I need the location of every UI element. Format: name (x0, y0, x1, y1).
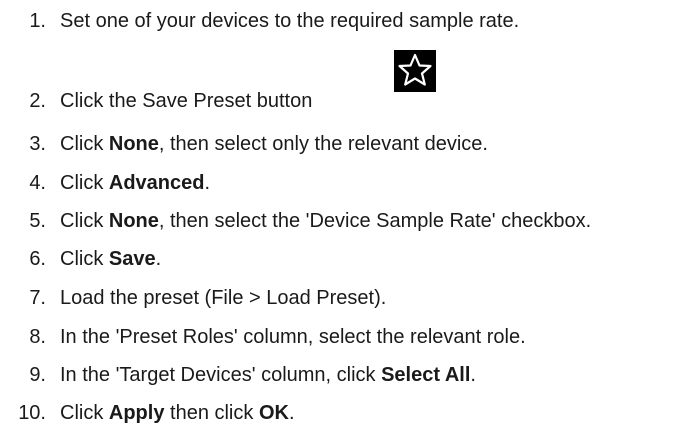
step-number: 9. (29, 364, 46, 386)
apply-label: Apply (108, 402, 165, 424)
step-number: 4. (29, 172, 46, 194)
step-text: Click (60, 133, 109, 155)
step-number: 5. (29, 210, 46, 232)
step-number: 6. (29, 248, 46, 270)
save-label: Save (108, 248, 156, 270)
step-text: In the 'Target Devices' column, click (60, 364, 382, 386)
star-icon (398, 53, 432, 86)
instruction-list: 1. Set one of your devices to the require… (0, 0, 688, 448)
step-text: Click (60, 210, 109, 232)
none-label: None (108, 210, 159, 232)
step-text: Set one of your devices to the required … (60, 10, 520, 32)
step-8: 8. In the 'Preset Roles' column, select t… (0, 322, 526, 352)
step-text: . (155, 248, 162, 270)
step-text: In the 'Preset Roles' column, select the… (60, 326, 526, 348)
step-text: Click (60, 172, 109, 194)
step-text: Click the Save Preset button (60, 90, 313, 112)
step-number: 10. (18, 402, 46, 424)
step-text: . (470, 364, 476, 386)
step-1: 1. Set one of your devices to the require… (0, 6, 519, 36)
none-label: None (108, 133, 159, 155)
step-4: 4. Click Advanced. (0, 168, 210, 198)
step-text: Click (60, 248, 109, 270)
advanced-label: Advanced (108, 172, 205, 194)
step-text: then click (164, 402, 259, 424)
step-7: 7. Load the preset (File > Load Preset). (0, 283, 386, 313)
step-5: 5. Click None, then select the 'Device Sa… (0, 206, 591, 236)
ok-label: OK (258, 402, 289, 424)
step-number: 2. (29, 90, 46, 112)
step-text: , then select only the relevant device. (158, 133, 488, 155)
step-6: 6. Click Save. (0, 244, 161, 274)
step-number: 3. (29, 133, 46, 155)
step-text: Load the preset (File > Load Preset). (60, 287, 387, 309)
step-number: 1. (29, 10, 46, 32)
step-text: , then select the 'Device Sample Rate' c… (158, 210, 592, 232)
select-all-label: Select All (381, 364, 471, 386)
step-text: . (288, 402, 295, 424)
step-10: 10. Click Apply then click OK. (0, 398, 295, 428)
step-text: . (204, 172, 211, 194)
step-9: 9. In the 'Target Devices' column, click … (0, 360, 476, 390)
step-number: 8. (29, 326, 46, 348)
step-2: 2. Click the Save Preset button (0, 86, 312, 116)
step-number: 7. (29, 287, 46, 309)
step-3: 3. Click None, then select only the relev… (0, 129, 488, 159)
save-preset-star-icon (394, 50, 436, 92)
step-text: Click (60, 402, 109, 424)
